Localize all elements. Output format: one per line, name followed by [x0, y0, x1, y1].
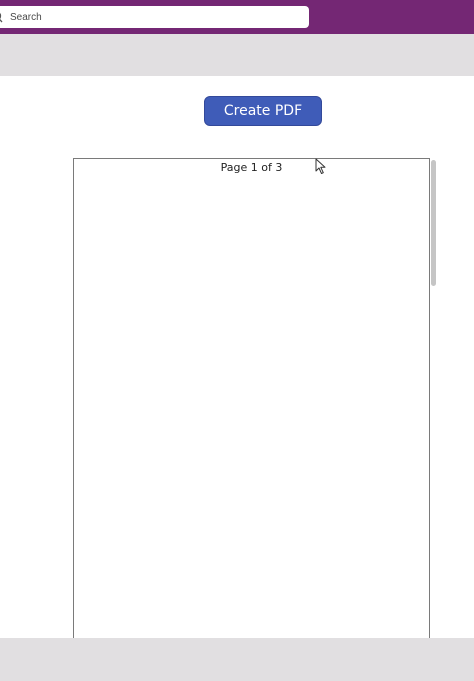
search-icon [0, 9, 4, 25]
footer-bar [0, 638, 474, 681]
top-bar [0, 0, 474, 34]
mouse-pointer-icon [315, 158, 327, 175]
page-indicator: Page 1 of 3 [220, 161, 283, 174]
command-bar [0, 34, 474, 76]
create-pdf-button[interactable]: Create PDF [204, 96, 322, 126]
app-window: Create PDF Page 1 of 3 [0, 0, 474, 681]
search-box[interactable] [0, 6, 309, 28]
pdf-viewer-scrollbar[interactable] [430, 158, 438, 638]
pdf-viewer[interactable]: Page 1 of 3 [73, 158, 430, 648]
search-input[interactable] [8, 6, 302, 28]
scrollbar-thumb[interactable] [431, 160, 436, 286]
